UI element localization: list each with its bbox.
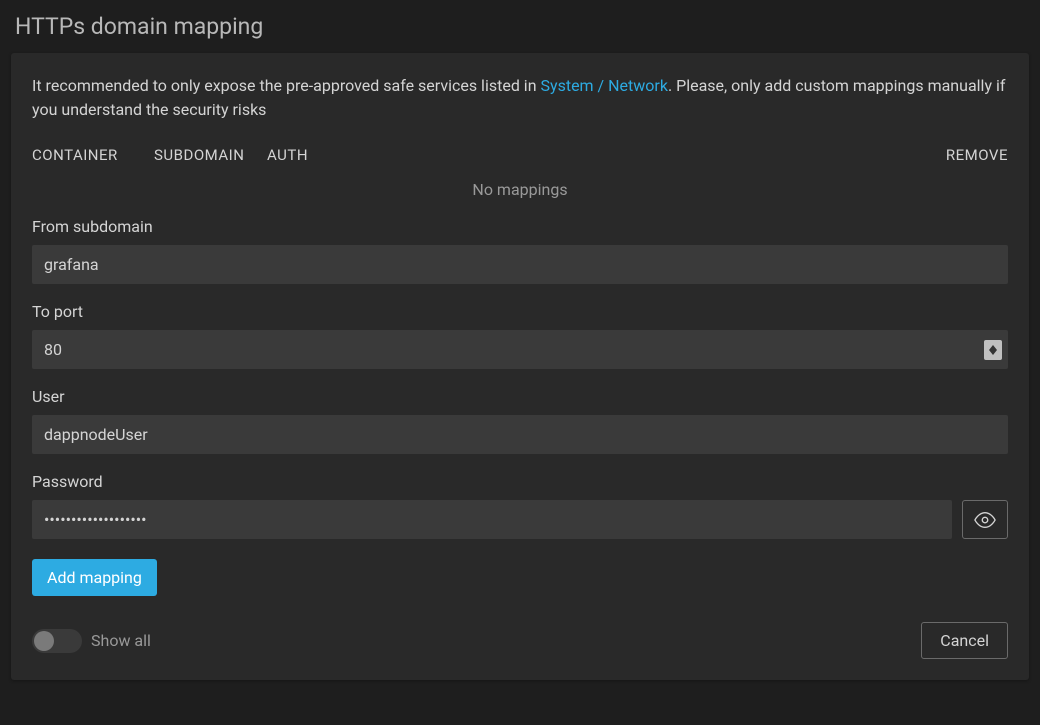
password-label: Password [32, 472, 1008, 491]
cancel-button[interactable]: Cancel [921, 622, 1008, 659]
subdomain-label: From subdomain [32, 217, 1008, 236]
mapping-card: It recommended to only expose the pre-ap… [11, 53, 1029, 680]
subdomain-input[interactable] [32, 245, 1008, 284]
info-text-before: It recommended to only expose the pre-ap… [32, 76, 541, 95]
empty-state: No mappings [32, 178, 1008, 217]
password-input[interactable] [32, 500, 952, 539]
user-label: User [32, 387, 1008, 406]
column-remove: REMOVE [946, 146, 1008, 164]
toggle-knob [34, 631, 54, 651]
column-auth: AUTH [267, 146, 946, 164]
column-container: CONTAINER [32, 146, 154, 164]
user-input[interactable] [32, 415, 1008, 454]
show-all-label: Show all [91, 631, 151, 650]
info-text: It recommended to only expose the pre-ap… [32, 74, 1008, 122]
add-mapping-button[interactable]: Add mapping [32, 559, 157, 596]
toggle-password-visibility-button[interactable] [962, 500, 1008, 539]
system-network-link[interactable]: System / Network [541, 76, 668, 95]
column-subdomain: SUBDOMAIN [154, 146, 267, 164]
page-title: HTTPs domain mapping [0, 0, 1040, 53]
port-stepper[interactable] [984, 340, 1002, 360]
port-label: To port [32, 302, 1008, 321]
show-all-toggle[interactable] [32, 629, 82, 653]
column-headers: CONTAINER SUBDOMAIN AUTH REMOVE [32, 146, 1008, 164]
eye-icon [974, 509, 996, 531]
port-input[interactable] [32, 330, 1008, 369]
